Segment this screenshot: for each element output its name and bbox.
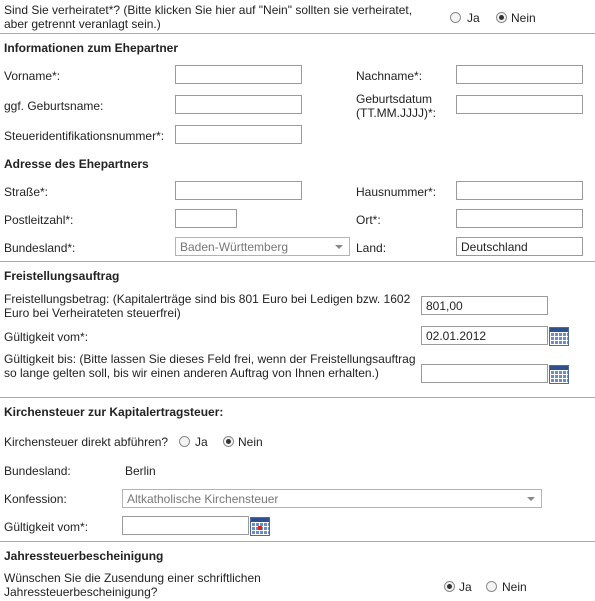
ort-field[interactable] bbox=[456, 209, 583, 228]
calendar-icon[interactable] bbox=[549, 327, 569, 346]
married-no-label: Nein bbox=[511, 11, 536, 25]
hausnummer-field[interactable] bbox=[456, 181, 583, 200]
plz-label: Postleitzahl*: bbox=[4, 213, 74, 227]
kirchensteuer-bundesland-label: Bundesland: bbox=[4, 464, 71, 478]
bundesland-select[interactable]: Baden-Württemberg bbox=[175, 237, 350, 256]
divider bbox=[0, 541, 595, 542]
divider bbox=[0, 33, 595, 34]
married-no-radio[interactable] bbox=[496, 12, 507, 23]
land-field[interactable] bbox=[456, 237, 583, 256]
vorname-label: Vorname*: bbox=[4, 69, 61, 83]
kirchensteuer-section-title: Kirchensteuer zur Kapitalertragsteuer: bbox=[4, 405, 224, 419]
kirchensteuer-yes-label: Ja bbox=[195, 435, 208, 449]
address-section-title: Adresse des Ehepartners bbox=[4, 157, 149, 171]
bundesland-select-value: Baden-Württemberg bbox=[180, 240, 289, 254]
geburtsname-field[interactable] bbox=[175, 95, 302, 114]
geburtsname-label: ggf. Geburtsname: bbox=[4, 99, 104, 113]
kirchensteuer-no-label: Nein bbox=[238, 435, 263, 449]
jahressteuer-yes-label: Ja bbox=[459, 580, 472, 594]
married-question: Sind Sie verheiratet*? (Bitte klicken Si… bbox=[4, 3, 413, 31]
konfession-select[interactable]: Altkatholische Kirchensteuer bbox=[122, 489, 542, 508]
nachname-field[interactable] bbox=[456, 65, 583, 84]
kirchensteuer-gueltig-label: Gültigkeit vom*: bbox=[4, 520, 89, 534]
plz-field[interactable] bbox=[175, 209, 237, 228]
divider bbox=[0, 397, 595, 398]
konfession-label: Konfession: bbox=[4, 492, 67, 506]
betrag-field[interactable] bbox=[421, 296, 548, 315]
jahressteuer-section-title: Jahressteuerbescheinigung bbox=[4, 549, 164, 563]
bundesland-label: Bundesland*: bbox=[4, 241, 76, 255]
partner-section-title: Informationen zum Ehepartner bbox=[4, 41, 179, 55]
nachname-label: Nachname*: bbox=[356, 69, 423, 83]
married-yes-label: Ja bbox=[467, 11, 480, 25]
kirchensteuer-yes-radio[interactable] bbox=[179, 436, 190, 447]
kirchensteuer-bundesland-value: Berlin bbox=[125, 464, 156, 478]
geburtsdatum-label: Geburtsdatum (TT.MM.JJJJ)*: bbox=[356, 92, 436, 120]
kirchensteuer-no-radio[interactable] bbox=[223, 436, 234, 447]
geburtsdatum-field[interactable] bbox=[456, 95, 583, 114]
chevron-down-icon bbox=[527, 497, 535, 501]
jahressteuer-yes-radio[interactable] bbox=[444, 581, 455, 592]
jahressteuer-no-radio[interactable] bbox=[486, 581, 497, 592]
calendar-icon[interactable] bbox=[250, 517, 270, 536]
jahressteuer-question: Wünschen Sie die Zusendung einer schrift… bbox=[4, 571, 261, 599]
gueltig-von-label: Gültigkeit vom*: bbox=[4, 330, 89, 344]
steuerid-label: Steueridentifikationsnummer*: bbox=[4, 129, 165, 143]
freistellung-section-title: Freistellungsauftrag bbox=[4, 269, 120, 283]
divider bbox=[0, 261, 595, 262]
ort-label: Ort*: bbox=[356, 213, 381, 227]
konfession-select-value: Altkatholische Kirchensteuer bbox=[127, 492, 279, 506]
gueltig-bis-field[interactable] bbox=[421, 364, 548, 383]
betrag-label: Freistellungsbetrag: (Kapitalerträge sin… bbox=[4, 292, 411, 320]
gueltig-von-field[interactable] bbox=[421, 326, 548, 345]
strasse-field[interactable] bbox=[175, 181, 302, 200]
jahressteuer-no-label: Nein bbox=[502, 580, 527, 594]
calendar-icon[interactable] bbox=[549, 365, 569, 384]
kirchensteuer-gueltig-field[interactable] bbox=[122, 516, 249, 535]
married-yes-radio[interactable] bbox=[450, 12, 461, 23]
vorname-field[interactable] bbox=[175, 65, 302, 84]
land-label: Land: bbox=[356, 241, 387, 255]
kirchensteuer-direkt-label: Kirchensteuer direkt abführen? bbox=[4, 435, 169, 449]
hausnummer-label: Hausnummer*: bbox=[356, 185, 437, 199]
steuerid-field[interactable] bbox=[175, 125, 302, 144]
chevron-down-icon bbox=[335, 245, 343, 249]
gueltig-bis-label: Gültigkeit bis: (Bitte lassen Sie dieses… bbox=[4, 352, 416, 380]
strasse-label: Straße*: bbox=[4, 185, 49, 199]
